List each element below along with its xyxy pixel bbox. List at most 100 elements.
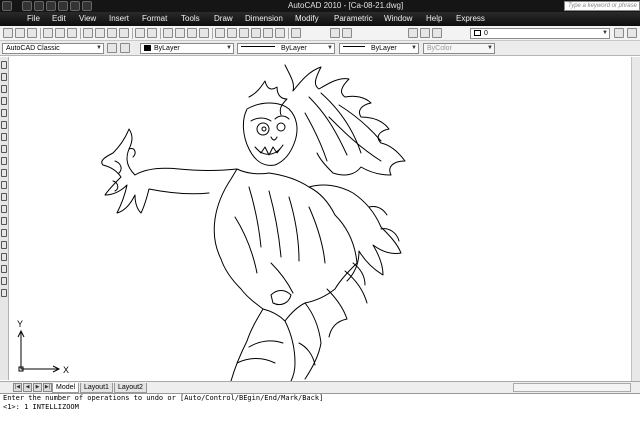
multiline-text-icon[interactable] — [1, 277, 7, 285]
mouth-teeth — [254, 144, 284, 156]
plot-icon[interactable] — [82, 1, 92, 11]
menu-view[interactable]: View — [79, 14, 96, 23]
plotstyle-select[interactable]: ByColor ▼ — [423, 43, 495, 54]
undo-toolbar-icon[interactable] — [135, 28, 145, 38]
undo-icon[interactable] — [58, 1, 68, 11]
first-tab-icon[interactable]: |◀ — [13, 383, 22, 392]
layer-select[interactable]: 0 ▼ — [470, 28, 610, 39]
calculator-icon[interactable] — [275, 28, 285, 38]
qnew-icon[interactable] — [3, 28, 13, 38]
last-tab-icon[interactable]: ▶| — [43, 383, 52, 392]
toolbar-divider — [132, 28, 133, 39]
command-line[interactable]: Enter the number of operations to undo o… — [0, 393, 640, 427]
menu-dimension[interactable]: Dimension — [245, 14, 283, 23]
polyline-icon[interactable] — [1, 85, 7, 93]
save-icon[interactable] — [46, 1, 56, 11]
zoom-window-icon[interactable] — [187, 28, 197, 38]
add-selected-icon[interactable] — [1, 289, 7, 297]
layer-lock-icon[interactable] — [432, 28, 442, 38]
menu-window[interactable]: Window — [384, 14, 412, 23]
vertical-scrollbar[interactable] — [631, 57, 640, 381]
gear-icon[interactable] — [120, 43, 130, 53]
pan-icon[interactable] — [163, 28, 173, 38]
markup-icon[interactable] — [263, 28, 273, 38]
redo-toolbar-icon[interactable] — [147, 28, 157, 38]
sheet-set-icon[interactable] — [251, 28, 261, 38]
layer-on-icon[interactable] — [408, 28, 418, 38]
menu-modify[interactable]: Modify — [295, 14, 319, 23]
menu-parametric[interactable]: Parametric — [334, 14, 373, 23]
open-file-icon[interactable] — [15, 28, 25, 38]
open-icon[interactable] — [34, 1, 44, 11]
linetype-select[interactable]: ByLayer ▼ — [237, 43, 335, 54]
workspace-settings-icon[interactable] — [107, 43, 117, 53]
polygon-icon[interactable] — [1, 97, 7, 105]
tab-layout1[interactable]: Layout1 — [80, 383, 113, 393]
preview-icon[interactable] — [55, 28, 65, 38]
left-eye — [256, 122, 270, 136]
menu-tools[interactable]: Tools — [181, 14, 200, 23]
redo-icon[interactable] — [70, 1, 80, 11]
point-icon[interactable] — [1, 217, 7, 225]
layer-properties-icon[interactable] — [330, 28, 340, 38]
lineweight-select[interactable]: ByLayer ▼ — [339, 43, 419, 54]
tab-model[interactable]: Model — [52, 383, 80, 393]
copy-icon[interactable] — [95, 28, 105, 38]
match-properties-icon[interactable] — [119, 28, 129, 38]
construction-line-icon[interactable] — [1, 73, 7, 81]
layer-freeze-icon[interactable] — [420, 28, 430, 38]
lower-folds — [236, 340, 316, 366]
properties-icon[interactable] — [215, 28, 225, 38]
paste-icon[interactable] — [107, 28, 117, 38]
toolbar-divider — [160, 28, 161, 39]
zoom-previous-icon[interactable] — [199, 28, 209, 38]
color-select[interactable]: ByLayer ▼ — [140, 43, 234, 54]
menu-help[interactable]: Help — [426, 14, 442, 23]
hatch-icon[interactable] — [1, 229, 7, 237]
revision-cloud-icon[interactable] — [1, 145, 7, 153]
print-icon[interactable] — [43, 28, 53, 38]
horizontal-scrollbar[interactable] — [513, 383, 631, 392]
app-menu-icon[interactable] — [2, 1, 12, 11]
layer-state-icon[interactable] — [342, 28, 352, 38]
ellipse-icon[interactable] — [1, 169, 7, 177]
new-icon[interactable] — [22, 1, 32, 11]
menu-format[interactable]: Format — [142, 14, 167, 23]
tool-palettes-icon[interactable] — [239, 28, 249, 38]
line-icon[interactable] — [1, 61, 7, 69]
cut-icon[interactable] — [83, 28, 93, 38]
plotstyle-value: ByColor — [427, 45, 452, 52]
menu-file[interactable]: File — [27, 14, 40, 23]
insert-block-icon[interactable] — [1, 193, 7, 201]
circle-icon[interactable] — [1, 133, 7, 141]
menu-insert[interactable]: Insert — [109, 14, 129, 23]
search-input[interactable]: Type a keyword or phrase — [564, 1, 640, 11]
drawing-canvas[interactable]: Y X — [9, 57, 631, 381]
previous-tab-icon[interactable]: ◀ — [23, 383, 32, 392]
make-current-layer-icon[interactable] — [614, 28, 624, 38]
sleeve-tatters — [352, 206, 400, 286]
gradient-icon[interactable] — [1, 241, 7, 249]
tab-layout2[interactable]: Layout2 — [114, 383, 147, 393]
save-file-icon[interactable] — [27, 28, 37, 38]
design-center-icon[interactable] — [227, 28, 237, 38]
ellipse-arc-icon[interactable] — [1, 181, 7, 189]
make-block-icon[interactable] — [1, 205, 7, 213]
arm-outline — [101, 128, 238, 214]
zoom-realtime-icon[interactable] — [175, 28, 185, 38]
spline-icon[interactable] — [1, 157, 7, 165]
next-tab-icon[interactable]: ▶ — [33, 383, 42, 392]
region-icon[interactable] — [1, 253, 7, 261]
menu-edit[interactable]: Edit — [52, 14, 66, 23]
help-icon[interactable] — [291, 28, 301, 38]
table-icon[interactable] — [1, 265, 7, 273]
rectangle-icon[interactable] — [1, 109, 7, 117]
layer-value: 0 — [484, 30, 488, 37]
workspace-select[interactable]: AutoCAD Classic ▼ — [2, 43, 104, 54]
head-outline — [242, 102, 298, 166]
publish-icon[interactable] — [67, 28, 77, 38]
arc-icon[interactable] — [1, 121, 7, 129]
layer-previous-icon[interactable] — [627, 28, 637, 38]
menu-draw[interactable]: Draw — [214, 14, 233, 23]
menu-express[interactable]: Express — [456, 14, 485, 23]
